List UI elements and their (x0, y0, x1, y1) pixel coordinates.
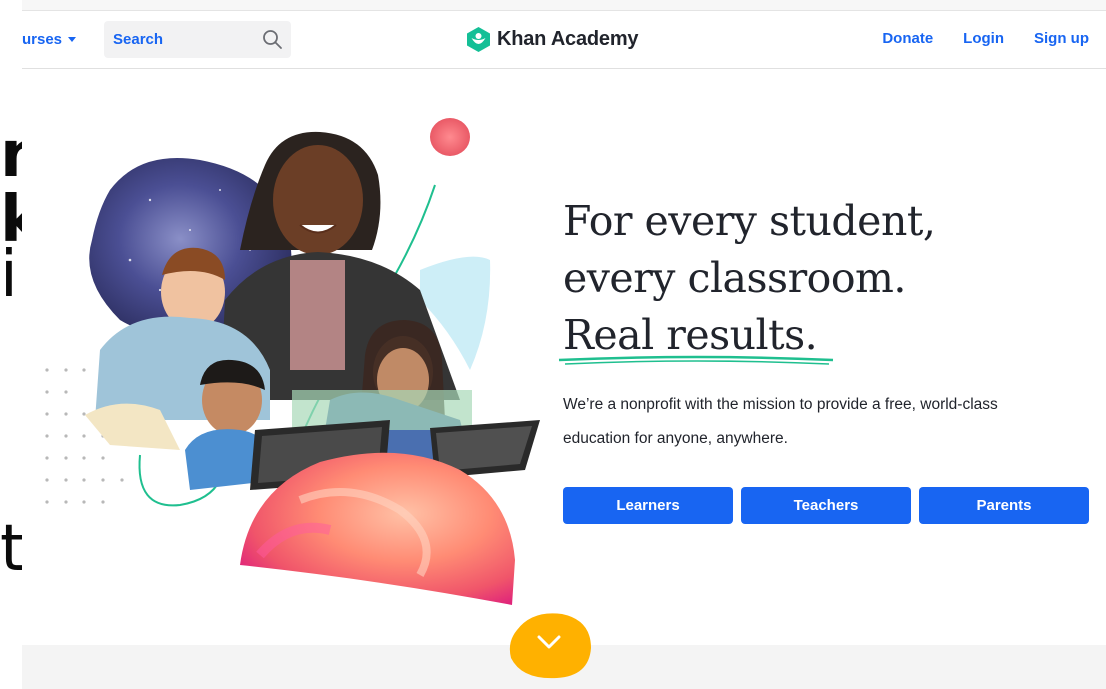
headline-underline (558, 355, 834, 365)
hero-illustration (45, 118, 540, 605)
mission-line: We’re a nonprofit with the mission to pr… (563, 396, 998, 413)
scroll-down-button[interactable] (507, 610, 593, 680)
audience-buttons: Learners Teachers Parents (563, 487, 1089, 524)
teachers-button[interactable]: Teachers (741, 487, 911, 524)
header-nav: Donate Login Sign up (882, 30, 1089, 47)
headline-line: every classroom. (563, 254, 906, 302)
mission-statement: We’re a nonprofit with the mission to pr… (563, 388, 1083, 456)
donate-link[interactable]: Donate (882, 30, 933, 47)
mission-line: education for anyone, anywhere. (563, 430, 788, 447)
login-link[interactable]: Login (963, 30, 1004, 47)
learners-button[interactable]: Learners (563, 487, 733, 524)
headline-line: For every student, (563, 197, 936, 245)
hero-headline: For every student, every classroom. Real… (563, 193, 936, 364)
signup-link[interactable]: Sign up (1034, 30, 1089, 47)
parents-button[interactable]: Parents (919, 487, 1089, 524)
